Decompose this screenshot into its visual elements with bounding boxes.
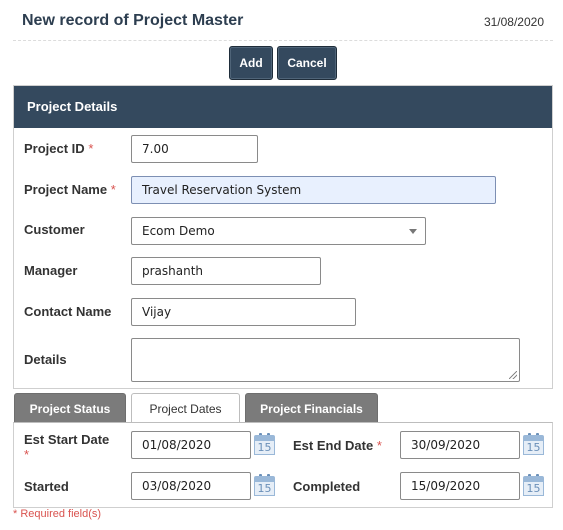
contact-name-label: Contact Name (24, 304, 112, 319)
calendar-icon[interactable]: 15 (254, 474, 275, 496)
calendar-icon[interactable]: 15 (254, 433, 275, 455)
manager-label: Manager (24, 263, 78, 278)
customer-label: Customer (24, 222, 85, 237)
required-marker: * (376, 438, 382, 453)
project-name-label: Project Name * (24, 182, 116, 197)
est-start-date-input[interactable]: 01/08/2020 (131, 431, 251, 459)
project-id-label: Project ID * (24, 141, 94, 156)
panel-header: Project Details (14, 86, 552, 128)
resize-grip-icon[interactable] (509, 371, 517, 379)
manager-input[interactable]: prashanth (131, 257, 321, 285)
project-details-panel: Project Details Project ID * 7.00 Projec… (13, 85, 553, 389)
required-marker: * (88, 141, 94, 156)
details-label: Details (24, 352, 67, 367)
project-name-input[interactable]: Travel Reservation System (131, 176, 496, 204)
cancel-button[interactable]: Cancel (277, 46, 337, 80)
add-button[interactable]: Add (229, 46, 273, 80)
chevron-down-icon (409, 229, 417, 234)
project-dates-panel: Est Start Date * 01/08/2020 15 Est End D… (13, 422, 553, 508)
customer-select[interactable]: Ecom Demo (131, 217, 426, 245)
header-divider (13, 40, 553, 41)
page-title: New record of Project Master (22, 12, 244, 29)
started-label: Started (24, 479, 69, 494)
tab-project-financials[interactable]: Project Financials (245, 393, 378, 423)
required-fields-note: * Required field(s) (13, 508, 102, 520)
customer-select-value: Ecom Demo (142, 224, 215, 238)
est-start-label: Est Start Date * (24, 432, 110, 462)
project-id-input[interactable]: 7.00 (131, 135, 258, 163)
started-date-input[interactable]: 03/08/2020 (131, 472, 251, 500)
tab-project-dates[interactable]: Project Dates (131, 393, 240, 423)
completed-label: Completed (293, 479, 361, 494)
calendar-icon[interactable]: 15 (523, 433, 544, 455)
contact-name-input[interactable]: Vijay (131, 298, 356, 326)
tab-project-status[interactable]: Project Status (14, 393, 126, 423)
required-marker: * (24, 447, 30, 462)
est-end-date-input[interactable]: 30/09/2020 (400, 431, 520, 459)
est-end-label: Est End Date * (293, 438, 382, 453)
completed-date-input[interactable]: 15/09/2020 (400, 472, 520, 500)
calendar-icon[interactable]: 15 (523, 474, 544, 496)
required-marker: * (110, 182, 116, 197)
details-textarea[interactable] (131, 338, 520, 382)
page-date: 31/08/2020 (483, 15, 544, 29)
